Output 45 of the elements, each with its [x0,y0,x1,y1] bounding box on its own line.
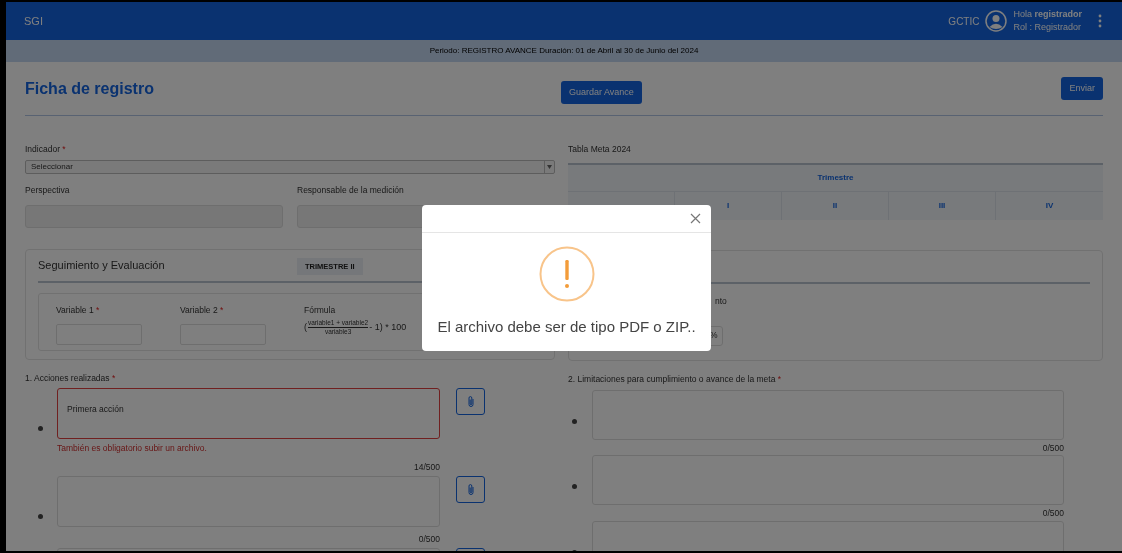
formula-label: Fórmula [304,303,337,317]
attach-button[interactable] [456,388,485,416]
period-banner: Periodo: REGISTRO AVANCE Duración: 01 de Abril al 30 de Junio del 2024 [6,40,1122,62]
greeting: Hola registrador [1013,8,1082,21]
user-avatar-icon[interactable] [985,10,1008,32]
close-icon[interactable] [690,213,701,224]
alert-message: El archivo debe ser de tipo PDF o ZIP.. [436,317,697,337]
char-counter: 0/500 [1041,441,1064,455]
field-label: Variable 1 * [56,303,101,317]
text-area[interactable]: Primera acción [57,388,440,440]
indicator-select[interactable]: Seleccionar [25,159,555,174]
column-header: IV [1045,199,1054,212]
user-role: Rol : Registrador [1013,21,1082,34]
bullet-icon [38,426,43,432]
paperclip-icon [466,482,475,496]
bullet-icon [38,513,43,519]
bullet-icon [572,484,577,490]
field-label: Indicador * [25,143,67,156]
field-label: Perspectiva [25,183,71,197]
column-header: III [938,199,946,212]
char-counter: 0/500 [417,532,440,546]
table-header: Trimestre [817,171,854,184]
send-button[interactable]: Enviar [1061,77,1103,100]
org-name: GCTIC [948,14,980,29]
error-message: También es obligatorio subir un archivo. [57,442,207,455]
field-label: nto [715,294,727,308]
menu-icon[interactable] [1096,14,1104,28]
char-counter: 0/500 [1041,507,1064,520]
page-title: Ficha de registro [25,78,154,99]
section-title: Seguimiento y Evaluación [38,257,165,273]
caret-icon [547,164,552,169]
warning-icon [538,246,595,302]
field-label: Responsable de la medición [297,183,405,197]
bullet-icon [572,418,577,424]
section-label: 2. Limitaciones para cumplimiento o avance de la meta * [568,372,783,386]
char-counter: 14/500 [413,461,440,474]
paperclip-icon [466,395,475,409]
column-header: I [726,199,730,212]
section-label: 1. Acciones realizadas * [25,371,117,385]
app-name: SGI [24,13,43,29]
table-title: Tabla Meta 2024 [568,143,632,156]
column-header: II [832,199,838,212]
field-label: Variable 2 * [180,303,225,317]
save-progress-button[interactable]: Guardar Avance [561,81,642,104]
attach-button[interactable] [456,475,485,503]
